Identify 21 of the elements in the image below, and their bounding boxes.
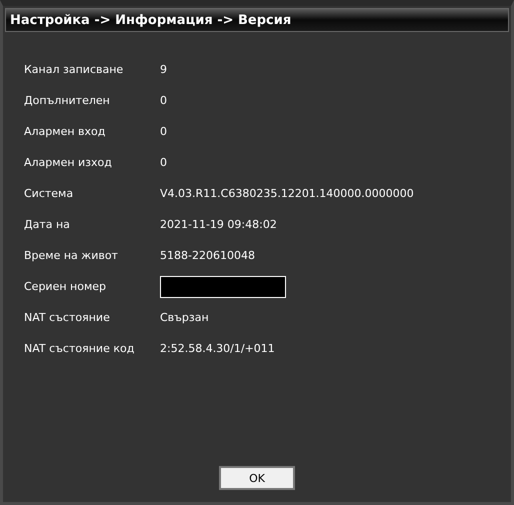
- field-label: Алармен вход: [24, 125, 106, 138]
- field-label: Дата на: [24, 218, 71, 231]
- field-label: Допълнителен: [24, 94, 111, 107]
- field-value: Свързан: [160, 311, 209, 324]
- field-label: Канал записване: [24, 63, 124, 76]
- field-value: 2:52.58.4.30/1/+011: [160, 342, 275, 355]
- field-value: 2021-11-19 09:48:02: [160, 218, 277, 231]
- field-label: Сериен номер: [24, 280, 108, 293]
- field-label: Време на живот: [24, 249, 119, 262]
- ok-button[interactable]: OK: [219, 466, 295, 490]
- field-label: NAT състояние код: [24, 342, 136, 355]
- field-value: 9: [160, 63, 167, 76]
- field-label: Система: [24, 187, 74, 200]
- field-label: Алармен изход: [24, 156, 113, 169]
- field-value: 0: [160, 94, 167, 107]
- window-title: Настройка -> Информация -> Версия: [5, 8, 509, 32]
- field-label: NAT състояние: [24, 311, 111, 324]
- field-value: 0: [160, 125, 167, 138]
- field-value: 5188-220610048: [160, 249, 255, 262]
- field-value: 0: [160, 156, 167, 169]
- field-value: V4.03.R11.C6380235.12201.140000.0000000: [160, 187, 414, 200]
